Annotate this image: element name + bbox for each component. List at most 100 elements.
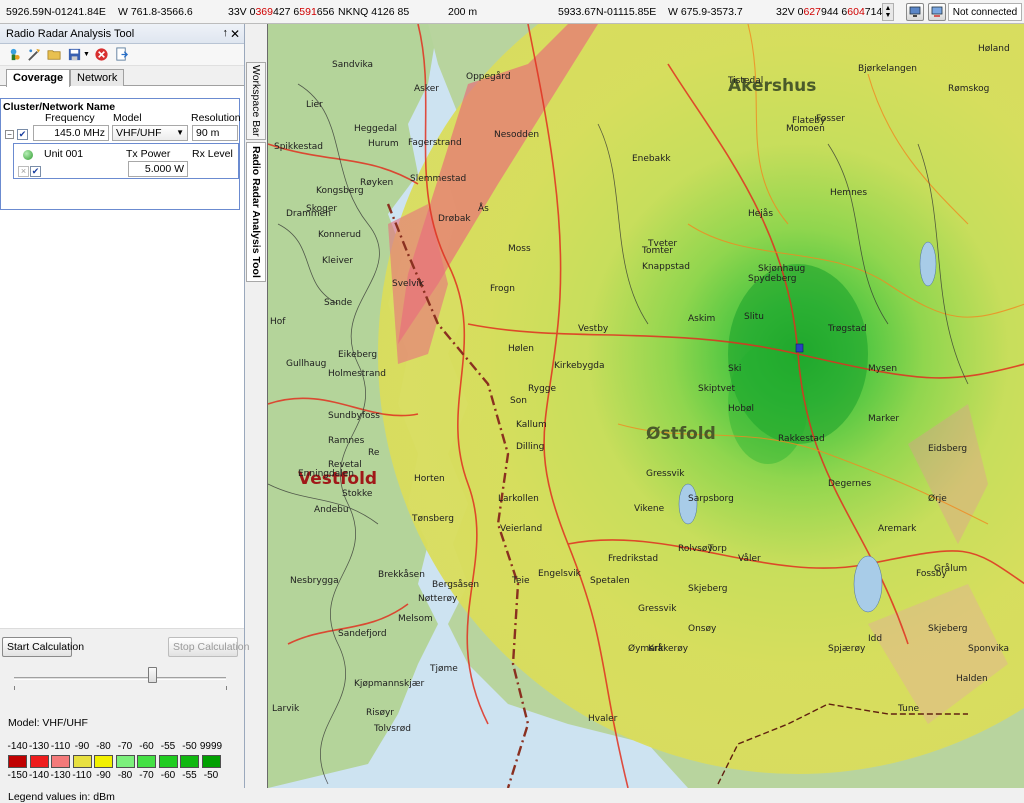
- network-icon[interactable]: [928, 3, 946, 21]
- map-label: Nøtterøy: [418, 594, 458, 604]
- legend-swatch[interactable]: [158, 755, 178, 768]
- map-label: Hvaler: [588, 714, 618, 724]
- legend-units: Legend values in: dBm: [8, 791, 115, 803]
- save-icon[interactable]: [66, 47, 82, 63]
- map-label: Skjeberg: [928, 624, 968, 634]
- map-label: Askim: [688, 314, 716, 324]
- unit-name: Unit 001: [44, 148, 84, 160]
- map-label: Skoger: [306, 204, 338, 214]
- monitor-icon[interactable]: [906, 3, 924, 21]
- export-icon[interactable]: [114, 47, 130, 63]
- cursor-grid: W 761.8-3566.6: [118, 6, 193, 18]
- model-label: Model: [113, 112, 142, 124]
- map-label: Mysen: [868, 364, 898, 374]
- map-label: Larkollen: [498, 494, 539, 504]
- status-bar: 5926.59N-01241.84E W 761.8-3566.6 33V 03…: [0, 0, 1024, 24]
- map-label: Bergsåsen: [432, 580, 480, 590]
- transmitter-marker[interactable]: [795, 343, 804, 353]
- map-label: Nesbrygga: [290, 576, 339, 586]
- map-label: Sarpsborg: [688, 494, 734, 504]
- map-label: Skjeberg: [688, 584, 728, 594]
- model-caption: Model: VHF/UHF: [8, 717, 88, 729]
- center-grid: W 675.9-3573.7: [668, 6, 743, 18]
- delete-icon[interactable]: [94, 47, 110, 63]
- tab-workspace-bar[interactable]: Workspace Bar: [246, 62, 266, 140]
- map-label: Rygge: [528, 384, 557, 394]
- slider-tick: [14, 686, 15, 690]
- map-label: Onsøy: [688, 624, 717, 634]
- unit-checkbox[interactable]: ✔: [30, 166, 41, 177]
- cluster-checkbox[interactable]: ✔: [17, 129, 28, 140]
- cluster-expander[interactable]: −: [5, 130, 14, 139]
- map-label: Aremark: [878, 524, 917, 534]
- close-icon[interactable]: ✕: [230, 27, 240, 41]
- cursor-latlon: 5926.59N-01241.84E: [6, 6, 106, 18]
- tx-power-field[interactable]: 5.000 W: [128, 161, 188, 177]
- frequency-field[interactable]: 145.0 MHz: [33, 125, 109, 141]
- map-label: Risøyr: [366, 708, 394, 718]
- map-label: Kongsberg: [316, 186, 364, 196]
- map-label: Hølen: [508, 344, 535, 354]
- start-calculation-button[interactable]: Start Calculation: [2, 637, 84, 657]
- map-label: Re: [368, 448, 380, 458]
- unit-expander[interactable]: ×: [18, 166, 29, 177]
- map-label: Hurum: [368, 139, 399, 149]
- map-label: Kirkebygda: [554, 361, 605, 371]
- save-dropdown-icon[interactable]: ▼: [83, 51, 90, 58]
- legend-swatch[interactable]: [180, 755, 199, 768]
- map-view[interactable]: Akershus Vestfold Østfold Drammen Lier Asker H…: [267, 24, 1024, 788]
- wand-icon[interactable]: [26, 47, 42, 63]
- legend-swatch[interactable]: [72, 755, 92, 768]
- add-unit-icon[interactable]: [6, 47, 22, 63]
- pin-icon[interactable]: ↑: [223, 27, 229, 39]
- map-label: Hejås: [748, 209, 774, 219]
- stop-calculation-button[interactable]: Stop Calculation: [168, 637, 249, 657]
- transparency-slider-thumb[interactable]: [148, 667, 157, 683]
- map-label: Marker: [868, 414, 900, 424]
- legend-swatch[interactable]: [201, 755, 221, 768]
- legend-lower-value: -130: [50, 770, 71, 781]
- legend-swatch[interactable]: [115, 755, 135, 768]
- map-label: Son: [510, 396, 527, 406]
- open-folder-icon[interactable]: [46, 47, 62, 63]
- legend-swatch[interactable]: [51, 755, 70, 768]
- resolution-field[interactable]: 90 m: [192, 125, 238, 141]
- map-label: Vikene: [634, 504, 665, 514]
- map-label: Ramnes: [328, 436, 365, 446]
- map-label: Veierland: [500, 524, 543, 534]
- legend-swatch[interactable]: [94, 755, 113, 768]
- legend-upper-value: -55: [160, 741, 176, 752]
- map-label: Ørje: [928, 494, 947, 504]
- map-label: Bjørkelangen: [858, 64, 917, 74]
- map-label: Stokke: [342, 489, 373, 499]
- legend-swatch[interactable]: [29, 755, 49, 768]
- map-label: Gullhaug: [286, 359, 327, 369]
- tab-coverage[interactable]: Coverage: [6, 69, 71, 87]
- tab-radio-radar-tool[interactable]: Radio Radar Analysis Tool: [246, 142, 266, 282]
- cluster-row[interactable]: Cluster/Network Name Frequency Model Res…: [0, 98, 241, 210]
- unit-row[interactable]: Unit 001 Tx Power Rx Level × ✔ 5.000 W: [13, 143, 239, 179]
- legend-swatch[interactable]: [137, 755, 156, 768]
- map-label: Heggedal: [354, 124, 397, 134]
- map-label: Skjønhaug: [758, 264, 806, 274]
- map-label: Horten: [414, 474, 445, 484]
- legend-lower-value: -70: [139, 770, 154, 781]
- frequency-label: Frequency: [45, 112, 95, 124]
- map-label: Tjøme: [430, 664, 458, 674]
- map-label: Drøbak: [438, 214, 471, 224]
- map-label: Våler: [738, 554, 761, 564]
- map-label: Tune: [898, 704, 920, 714]
- statusbar-scroll-button[interactable]: ▲ ▼: [882, 3, 894, 21]
- legend-swatch[interactable]: [8, 755, 27, 768]
- map-label: Østfold: [646, 424, 716, 444]
- map-label: Gressvik: [638, 604, 677, 614]
- panel-title: Radio Radar Analysis Tool: [6, 28, 135, 40]
- calculation-controls: Start Calculation Stop Calculation Model…: [0, 628, 249, 803]
- map-label: Ås: [478, 204, 489, 214]
- transparency-slider-track[interactable]: [14, 677, 226, 680]
- map-label: Holmestrand: [328, 369, 386, 379]
- legend-lower-value: -150: [7, 770, 28, 781]
- tab-network[interactable]: Network: [70, 69, 125, 86]
- map-label: Teie: [512, 576, 530, 586]
- model-select[interactable]: VHF/UHF ▼: [112, 125, 188, 141]
